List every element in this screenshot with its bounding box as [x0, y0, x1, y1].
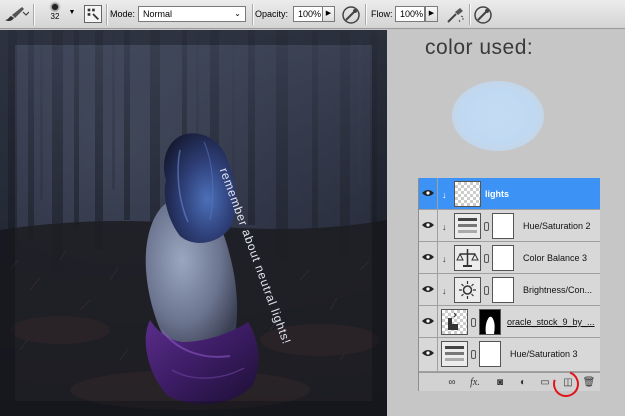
- pressure-opacity-icon[interactable]: [340, 4, 362, 26]
- separator: [365, 4, 366, 25]
- color-balance-adjustment-icon: [454, 245, 481, 271]
- opacity-slider-toggle[interactable]: ▶: [322, 6, 335, 22]
- visibility-toggle[interactable]: [419, 242, 438, 273]
- visibility-toggle[interactable]: [419, 306, 438, 337]
- layer-mask-thumbnail[interactable]: [492, 277, 514, 303]
- document-canvas[interactable]: remember about neutral lights!: [0, 30, 387, 416]
- layer-name: lights: [485, 189, 509, 199]
- chain-link-icon[interactable]: [484, 222, 489, 231]
- color-used-heading: color used:: [425, 36, 534, 59]
- brightness-contrast-adjustment-icon: [454, 277, 481, 303]
- layer-row-brightness-contrast[interactable]: ↓ Brightness/Con...: [419, 274, 600, 306]
- layer-name: Brightness/Con...: [523, 285, 593, 295]
- chevron-down-icon: ⌄: [234, 9, 241, 18]
- eye-icon: [422, 350, 434, 356]
- layer-mask-thumbnail[interactable]: [479, 341, 501, 367]
- layer-mask-thumbnail[interactable]: [492, 213, 514, 239]
- layer-name: Hue/Saturation 2: [523, 221, 591, 231]
- chain-link-icon[interactable]: [484, 254, 489, 263]
- clipping-arrow-icon: ↓: [442, 286, 447, 296]
- layer-name: oracle_stock_9_by_...: [507, 317, 595, 327]
- layer-thumbnail: [441, 309, 468, 335]
- airbrush-icon[interactable]: [444, 4, 466, 26]
- eye-icon: [422, 254, 434, 260]
- eye-icon: [422, 286, 434, 292]
- layer-mask-thumbnail[interactable]: [492, 245, 514, 271]
- visibility-toggle[interactable]: [419, 338, 438, 371]
- layer-name: Color Balance 3: [523, 253, 588, 263]
- layer-row-hue-saturation-2[interactable]: ↓ Hue/Saturation 2: [419, 210, 600, 242]
- pressure-size-icon[interactable]: [472, 4, 494, 26]
- layers-panel: ↓ lights ↓ Hue/Saturation 2 ↓ Color Bala…: [418, 178, 600, 391]
- separator: [33, 4, 34, 25]
- eye-icon: [422, 318, 434, 324]
- fx-icon[interactable]: fx.: [468, 376, 482, 389]
- brush-tool-icon[interactable]: [3, 5, 29, 23]
- forest-photo: [0, 30, 387, 416]
- chain-link-icon[interactable]: [484, 286, 489, 295]
- color-swatch: [452, 81, 544, 151]
- chain-link-icon[interactable]: [471, 350, 476, 359]
- eye-icon: [422, 222, 434, 228]
- clipping-arrow-icon: ↓: [442, 222, 447, 232]
- layer-name: Hue/Saturation 3: [510, 349, 578, 359]
- chevron-down-icon[interactable]: ▼: [68, 9, 76, 19]
- folder-icon[interactable]: ▭: [538, 376, 552, 389]
- separator: [469, 4, 470, 25]
- visibility-toggle[interactable]: [419, 210, 438, 241]
- visibility-toggle[interactable]: [419, 178, 438, 209]
- blend-mode-select[interactable]: Normal ⌄: [138, 6, 246, 22]
- eye-icon: [422, 190, 434, 196]
- brush-preset-picker[interactable]: 32: [40, 2, 70, 26]
- opacity-input[interactable]: 100%: [293, 6, 323, 22]
- hue-saturation-adjustment-icon: [454, 213, 481, 239]
- layer-row-color-balance-3[interactable]: ↓ Color Balance 3: [419, 242, 600, 274]
- layer-row-lights[interactable]: ↓ lights: [419, 178, 600, 210]
- trash-icon[interactable]: 🗑: [582, 376, 596, 389]
- separator: [252, 4, 253, 25]
- hue-saturation-adjustment-icon: [441, 341, 468, 367]
- brush-size-value: 32: [50, 12, 60, 21]
- mask-icon[interactable]: ◙: [493, 376, 507, 389]
- link-icon[interactable]: ∞: [445, 376, 459, 389]
- clipping-arrow-icon: ↓: [442, 254, 447, 264]
- separator: [106, 4, 107, 25]
- blend-mode-value: Normal: [143, 9, 173, 19]
- layer-thumbnail: [454, 181, 481, 207]
- clipping-arrow-icon: ↓: [442, 190, 447, 200]
- adjustment-icon[interactable]: ◐: [516, 376, 530, 389]
- brush-tip-icon: [52, 4, 58, 10]
- flow-input[interactable]: 100%: [395, 6, 425, 22]
- options-bar: 32 ▼ Mode: Normal ⌄ Opacity: 100% ▶ Flow…: [0, 0, 625, 29]
- brush-panel-toggle-icon[interactable]: [84, 5, 102, 23]
- flow-slider-toggle[interactable]: ▶: [425, 6, 438, 22]
- opacity-label: Opacity:: [255, 9, 289, 19]
- mode-label: Mode:: [110, 9, 136, 19]
- layer-row-hue-saturation-3[interactable]: Hue/Saturation 3: [419, 338, 600, 372]
- layer-row-oracle-stock[interactable]: oracle_stock_9_by_...: [419, 306, 600, 338]
- flow-label: Flow:: [371, 9, 393, 19]
- visibility-toggle[interactable]: [419, 274, 438, 305]
- layer-mask-thumbnail[interactable]: [479, 309, 501, 335]
- chain-link-icon[interactable]: [471, 318, 476, 327]
